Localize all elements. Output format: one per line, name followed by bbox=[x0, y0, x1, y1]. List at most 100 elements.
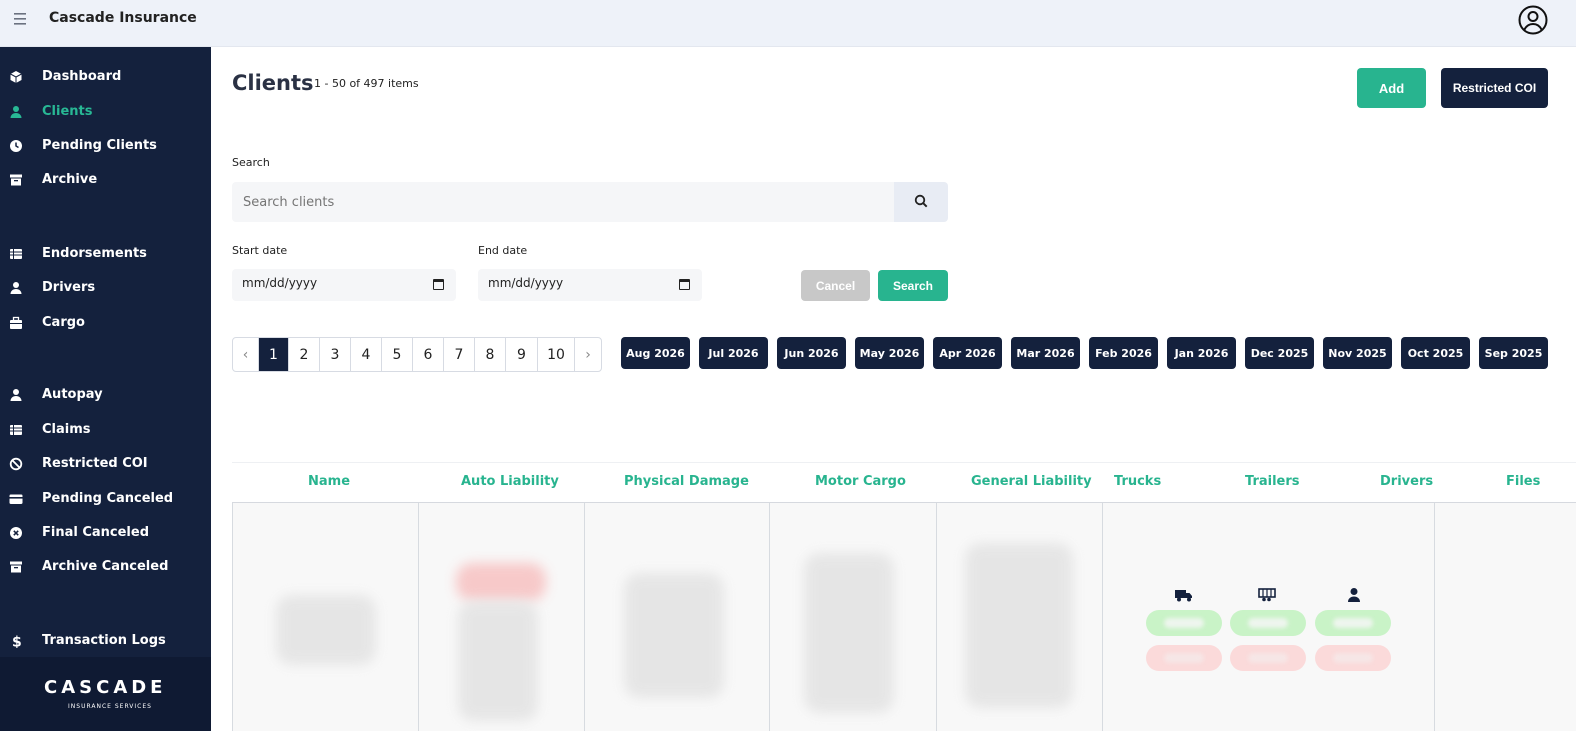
pagination-page[interactable]: 9 bbox=[506, 338, 538, 371]
search-button[interactable]: Search bbox=[878, 270, 948, 301]
table-icon bbox=[9, 423, 23, 437]
trucks-inactive-count-badge[interactable] bbox=[1146, 645, 1222, 671]
table-header: Name Auto Liability Physical Damage Moto… bbox=[232, 462, 1576, 503]
month-filter-button[interactable]: Jun 2026 bbox=[777, 337, 846, 369]
sidebar-item-transaction-logs[interactable]: $ Transaction Logs bbox=[0, 627, 211, 655]
pagination-next[interactable]: › bbox=[575, 338, 601, 371]
drivers-inactive-count-badge[interactable] bbox=[1315, 645, 1391, 671]
column-header-files[interactable]: Files bbox=[1506, 474, 1540, 489]
table-row[interactable] bbox=[232, 503, 1576, 731]
column-divider bbox=[769, 503, 770, 731]
hamburger-menu-icon[interactable] bbox=[14, 13, 30, 27]
month-filter-button[interactable]: Sep 2025 bbox=[1479, 337, 1548, 369]
month-filter-button[interactable]: Apr 2026 bbox=[933, 337, 1002, 369]
column-header-drivers[interactable]: Drivers bbox=[1380, 474, 1433, 489]
month-filter-button[interactable]: Dec 2025 bbox=[1245, 337, 1314, 369]
sidebar-item-archive-canceled[interactable]: Archive Canceled bbox=[0, 553, 211, 581]
column-divider bbox=[584, 503, 585, 731]
sidebar-item-pending-canceled[interactable]: Pending Canceled bbox=[0, 485, 211, 513]
column-divider bbox=[936, 503, 937, 731]
user-icon bbox=[9, 281, 23, 295]
month-filter-group: Aug 2026 Jul 2026 Jun 2026 May 2026 Apr … bbox=[621, 337, 1548, 369]
brand-logo: CASCADE bbox=[44, 677, 167, 698]
trailers-inactive-count-badge[interactable] bbox=[1230, 645, 1306, 671]
pagination-page[interactable]: 8 bbox=[475, 338, 506, 371]
search-label: Search bbox=[232, 156, 270, 169]
month-filter-button[interactable]: Aug 2026 bbox=[621, 337, 690, 369]
month-filter-button[interactable]: Nov 2025 bbox=[1323, 337, 1392, 369]
column-header-auto-liability[interactable]: Auto Liability bbox=[461, 474, 559, 489]
x-circle-icon bbox=[9, 526, 23, 540]
dashboard-cube-icon bbox=[9, 70, 23, 84]
user-icon bbox=[9, 105, 23, 119]
sidebar-item-final-canceled[interactable]: Final Canceled bbox=[0, 519, 211, 547]
month-filter-button[interactable]: Jul 2026 bbox=[699, 337, 768, 369]
user-avatar-icon[interactable] bbox=[1518, 5, 1548, 35]
pagination-page[interactable]: 1 bbox=[259, 338, 289, 371]
pagination-prev[interactable]: ‹ bbox=[233, 338, 259, 371]
month-filter-button[interactable]: May 2026 bbox=[855, 337, 924, 369]
redacted-auto-liability-cell bbox=[458, 601, 538, 721]
pagination-page[interactable]: 2 bbox=[289, 338, 320, 371]
sidebar-item-restricted-coi[interactable]: Restricted COI bbox=[0, 450, 211, 478]
cancel-button[interactable]: Cancel bbox=[801, 270, 870, 301]
pagination-page[interactable]: 5 bbox=[382, 338, 413, 371]
pagination-page[interactable]: 10 bbox=[538, 338, 575, 371]
column-divider bbox=[232, 503, 233, 731]
search-input[interactable] bbox=[232, 182, 895, 222]
column-header-general-liability[interactable]: General Liability bbox=[971, 474, 1092, 489]
column-header-physical-damage[interactable]: Physical Damage bbox=[624, 474, 749, 489]
pagination-page[interactable]: 4 bbox=[351, 338, 382, 371]
start-date-label: Start date bbox=[232, 244, 288, 257]
pagination-page[interactable]: 6 bbox=[413, 338, 444, 371]
archive-box-icon bbox=[9, 173, 23, 187]
month-filter-button[interactable]: Feb 2026 bbox=[1089, 337, 1158, 369]
search-submit-button[interactable] bbox=[894, 182, 948, 222]
sidebar-item-clients[interactable]: Clients bbox=[0, 98, 211, 126]
end-date-label: End date bbox=[478, 244, 528, 257]
month-filter-button[interactable]: Jan 2026 bbox=[1167, 337, 1236, 369]
restricted-coi-button[interactable]: Restricted COI bbox=[1441, 68, 1548, 108]
redacted-name-cell bbox=[276, 595, 376, 665]
redacted-general-liability-cell bbox=[965, 543, 1073, 708]
redacted-motor-cargo-cell bbox=[804, 553, 894, 713]
pagination-page[interactable]: 3 bbox=[320, 338, 351, 371]
search-icon bbox=[914, 194, 928, 211]
column-divider bbox=[1102, 503, 1103, 731]
end-date-input[interactable]: mm/dd/yyyy bbox=[478, 269, 702, 301]
briefcase-icon bbox=[9, 316, 23, 330]
sidebar-item-claims[interactable]: Claims bbox=[0, 416, 211, 444]
ban-icon bbox=[9, 457, 23, 471]
trucks-active-count-badge[interactable] bbox=[1146, 610, 1222, 636]
column-divider bbox=[1434, 503, 1435, 731]
main-content: Clients 1 - 50 of 497 items Add Restrict… bbox=[211, 47, 1576, 731]
item-count: 1 - 50 of 497 items bbox=[314, 77, 419, 90]
truck-icon bbox=[1174, 587, 1194, 603]
sidebar-item-cargo[interactable]: Cargo bbox=[0, 309, 211, 337]
trailers-active-count-badge[interactable] bbox=[1230, 610, 1306, 636]
sidebar-item-pending-clients[interactable]: Pending Clients bbox=[0, 132, 211, 160]
column-header-motor-cargo[interactable]: Motor Cargo bbox=[815, 474, 906, 489]
calendar-icon[interactable] bbox=[679, 279, 690, 290]
redacted-auto-liability-status bbox=[456, 563, 546, 601]
top-bar: Cascade Insurance bbox=[0, 0, 1576, 47]
app-title: Cascade Insurance bbox=[49, 10, 197, 26]
pagination-page[interactable]: 7 bbox=[444, 338, 475, 371]
page-title: Clients bbox=[232, 71, 314, 95]
column-header-trailers[interactable]: Trailers bbox=[1245, 474, 1300, 489]
sidebar-item-endorsements[interactable]: Endorsements bbox=[0, 240, 211, 268]
sidebar-item-dashboard[interactable]: Dashboard bbox=[0, 63, 211, 91]
column-header-trucks[interactable]: Trucks bbox=[1114, 474, 1161, 489]
trailer-icon bbox=[1258, 587, 1278, 603]
sidebar-item-autopay[interactable]: Autopay bbox=[0, 381, 211, 409]
month-filter-button[interactable]: Mar 2026 bbox=[1011, 337, 1080, 369]
drivers-active-count-badge[interactable] bbox=[1315, 610, 1391, 636]
calendar-icon[interactable] bbox=[433, 279, 444, 290]
column-header-name[interactable]: Name bbox=[308, 474, 350, 489]
sidebar-item-archive[interactable]: Archive bbox=[0, 166, 211, 194]
sidebar: Dashboard Clients Pending Clients Archiv… bbox=[0, 47, 211, 731]
add-button[interactable]: Add bbox=[1357, 68, 1426, 108]
sidebar-item-drivers[interactable]: Drivers bbox=[0, 274, 211, 302]
month-filter-button[interactable]: Oct 2025 bbox=[1401, 337, 1470, 369]
start-date-input[interactable]: mm/dd/yyyy bbox=[232, 269, 456, 301]
